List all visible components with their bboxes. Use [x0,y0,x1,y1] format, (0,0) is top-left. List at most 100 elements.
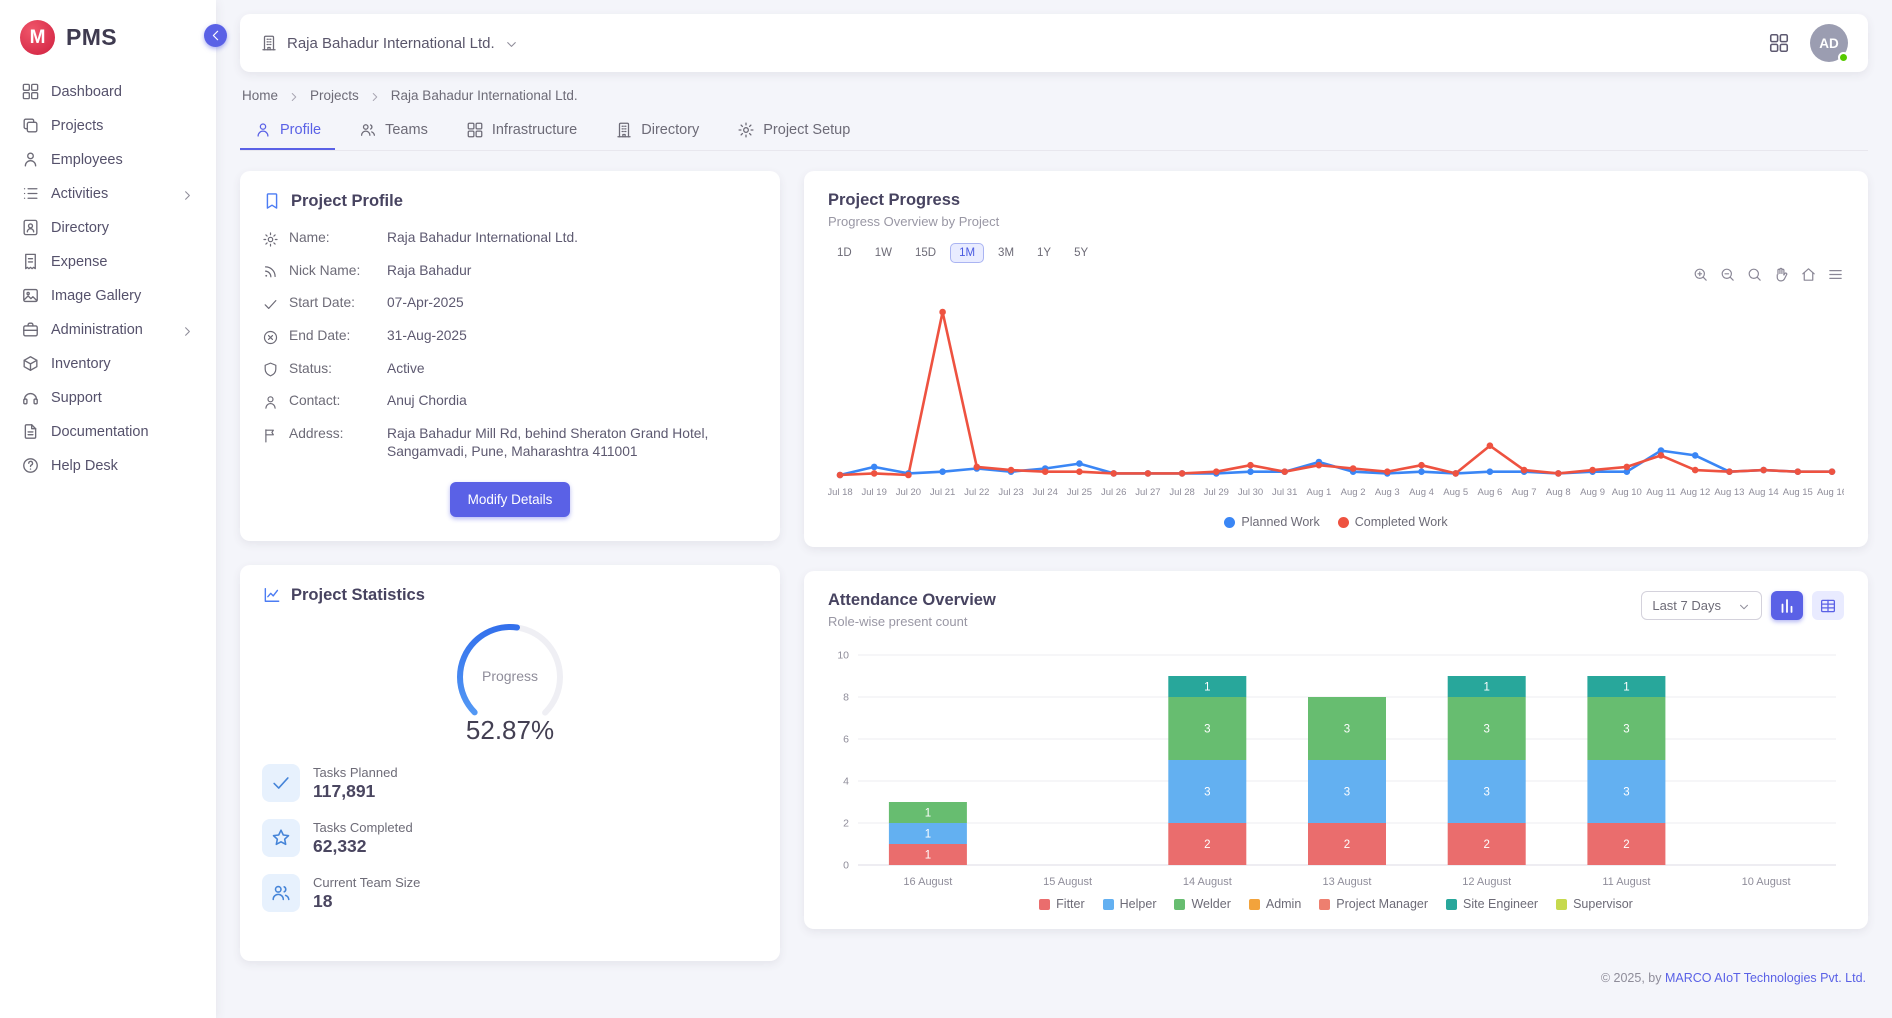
project-progress-chart[interactable]: Jul 18Jul 19Jul 20Jul 21Jul 22Jul 23Jul … [828,283,1844,511]
point-completed-work[interactable] [1350,465,1357,472]
range-1w-button[interactable]: 1W [866,243,901,263]
point-planned-work[interactable] [871,464,878,471]
bar-chart[interactable]: 024681011116 August15 August233114 Augus… [828,641,1844,893]
range-1y-button[interactable]: 1Y [1028,243,1060,263]
sidebar-item-dashboard[interactable]: Dashboard [10,75,206,108]
sidebar-item-help-desk[interactable]: Help Desk [10,449,206,482]
company-selector[interactable]: Raja Bahadur International Ltd. [260,34,519,52]
point-completed-work[interactable] [1213,468,1220,475]
point-completed-work[interactable] [1418,462,1425,469]
zoom-out-icon[interactable] [1719,265,1736,282]
avatar[interactable]: AD [1810,24,1848,62]
point-completed-work[interactable] [1692,467,1699,474]
legend-welder[interactable]: Welder [1174,897,1230,911]
legend-helper[interactable]: Helper [1103,897,1157,911]
point-planned-work[interactable] [1247,468,1254,475]
point-completed-work[interactable] [1384,468,1391,475]
menu-icon[interactable] [1827,265,1844,282]
date-range-select[interactable]: Last 7 Days [1641,591,1762,620]
point-completed-work[interactable] [974,464,981,471]
x-axis-label: Jul 21 [930,487,955,498]
sidebar-collapse-button[interactable] [204,24,227,47]
modify-details-button[interactable]: Modify Details [450,482,571,517]
table-view-toggle[interactable] [1812,591,1844,620]
point-completed-work[interactable] [1008,467,1015,474]
point-completed-work[interactable] [1316,462,1323,469]
home-icon[interactable] [1800,265,1817,282]
point-completed-work[interactable] [1726,468,1733,475]
point-completed-work[interactable] [1795,468,1802,475]
tab-profile[interactable]: Profile [240,111,335,150]
point-planned-work[interactable] [1418,468,1425,475]
breadcrumb-item-projects[interactable]: Projects [310,88,359,103]
sidebar-item-employees[interactable]: Employees [10,143,206,176]
legend-fitter[interactable]: Fitter [1039,897,1084,911]
tab-project-setup[interactable]: Project Setup [723,111,864,150]
sidebar-item-support[interactable]: Support [10,381,206,414]
pan-icon[interactable] [1773,265,1790,282]
zoom-in-icon[interactable] [1692,265,1709,282]
legend-admin[interactable]: Admin [1249,897,1301,911]
point-completed-work[interactable] [1110,470,1117,477]
tab-directory[interactable]: Directory [601,111,713,150]
attendance-chart[interactable]: 024681011116 August15 August233114 Augus… [828,641,1844,893]
point-completed-work[interactable] [1145,470,1152,477]
point-completed-work[interactable] [1829,468,1836,475]
sidebar-item-activities[interactable]: Activities [10,177,206,210]
bar-view-toggle[interactable] [1771,591,1803,620]
legend-site-engineer[interactable]: Site Engineer [1446,897,1538,911]
point-completed-work[interactable] [1487,442,1494,449]
point-completed-work[interactable] [1521,467,1528,474]
point-planned-work[interactable] [1076,460,1083,467]
app-logo[interactable]: M PMS [0,0,216,73]
point-planned-work[interactable] [1487,468,1494,475]
sidebar-item-documentation[interactable]: Documentation [10,415,206,448]
sidebar-item-label: Documentation [51,424,149,440]
tab-teams[interactable]: Teams [345,111,442,150]
attendance-header: Attendance Overview Role-wise present co… [828,591,1844,629]
selection-zoom-icon[interactable] [1746,265,1763,282]
left-column: Project Profile Name: Raja Bahadur Inter… [240,171,780,961]
point-completed-work[interactable] [1179,470,1186,477]
point-completed-work[interactable] [1624,464,1631,471]
point-completed-work[interactable] [1589,467,1596,474]
legend-project-manager[interactable]: Project Manager [1319,897,1428,911]
point-completed-work[interactable] [1555,470,1562,477]
main-content: Raja Bahadur International Ltd. AD Home P… [216,0,1892,1018]
point-completed-work[interactable] [871,470,878,477]
point-completed-work[interactable] [1658,452,1665,459]
point-completed-work[interactable] [1452,470,1459,477]
gear-icon [737,121,755,139]
legend-planned-work[interactable]: Planned Work [1224,515,1319,529]
point-completed-work[interactable] [1247,462,1254,469]
sidebar-item-image-gallery[interactable]: Image Gallery [10,279,206,312]
point-planned-work[interactable] [1692,452,1699,459]
point-completed-work[interactable] [1042,468,1049,475]
legend-supervisor[interactable]: Supervisor [1556,897,1633,911]
point-completed-work[interactable] [1076,468,1083,475]
point-completed-work[interactable] [905,472,912,479]
point-completed-work[interactable] [1760,467,1767,474]
sidebar-item-directory[interactable]: Directory [10,211,206,244]
legend-completed-work[interactable]: Completed Work [1338,515,1448,529]
point-planned-work[interactable] [939,468,946,475]
sidebar-item-administration[interactable]: Administration [10,313,206,346]
breadcrumb-item-home[interactable]: Home [242,88,278,103]
range-1d-button[interactable]: 1D [828,243,861,263]
range-3m-button[interactable]: 3M [989,243,1023,263]
bar-value-label: 1 [925,808,931,820]
sidebar-item-projects[interactable]: Projects [10,109,206,142]
point-completed-work[interactable] [837,472,844,479]
sidebar-item-inventory[interactable]: Inventory [10,347,206,380]
point-completed-work[interactable] [939,309,946,316]
footer-link[interactable]: MARCO AIoT Technologies Pvt. Ltd. [1665,971,1866,985]
line-chart[interactable]: Jul 18Jul 19Jul 20Jul 21Jul 22Jul 23Jul … [828,283,1844,511]
point-completed-work[interactable] [1281,468,1288,475]
tab-infrastructure[interactable]: Infrastructure [452,111,591,150]
apps-grid-icon[interactable] [1768,32,1790,54]
range-5y-button[interactable]: 5Y [1065,243,1097,263]
range-15d-button[interactable]: 15D [906,243,945,263]
breadcrumb-item-raja-bahadur-international-ltd[interactable]: Raja Bahadur International Ltd. [391,88,578,103]
range-1m-button[interactable]: 1M [950,243,984,263]
sidebar-item-expense[interactable]: Expense [10,245,206,278]
